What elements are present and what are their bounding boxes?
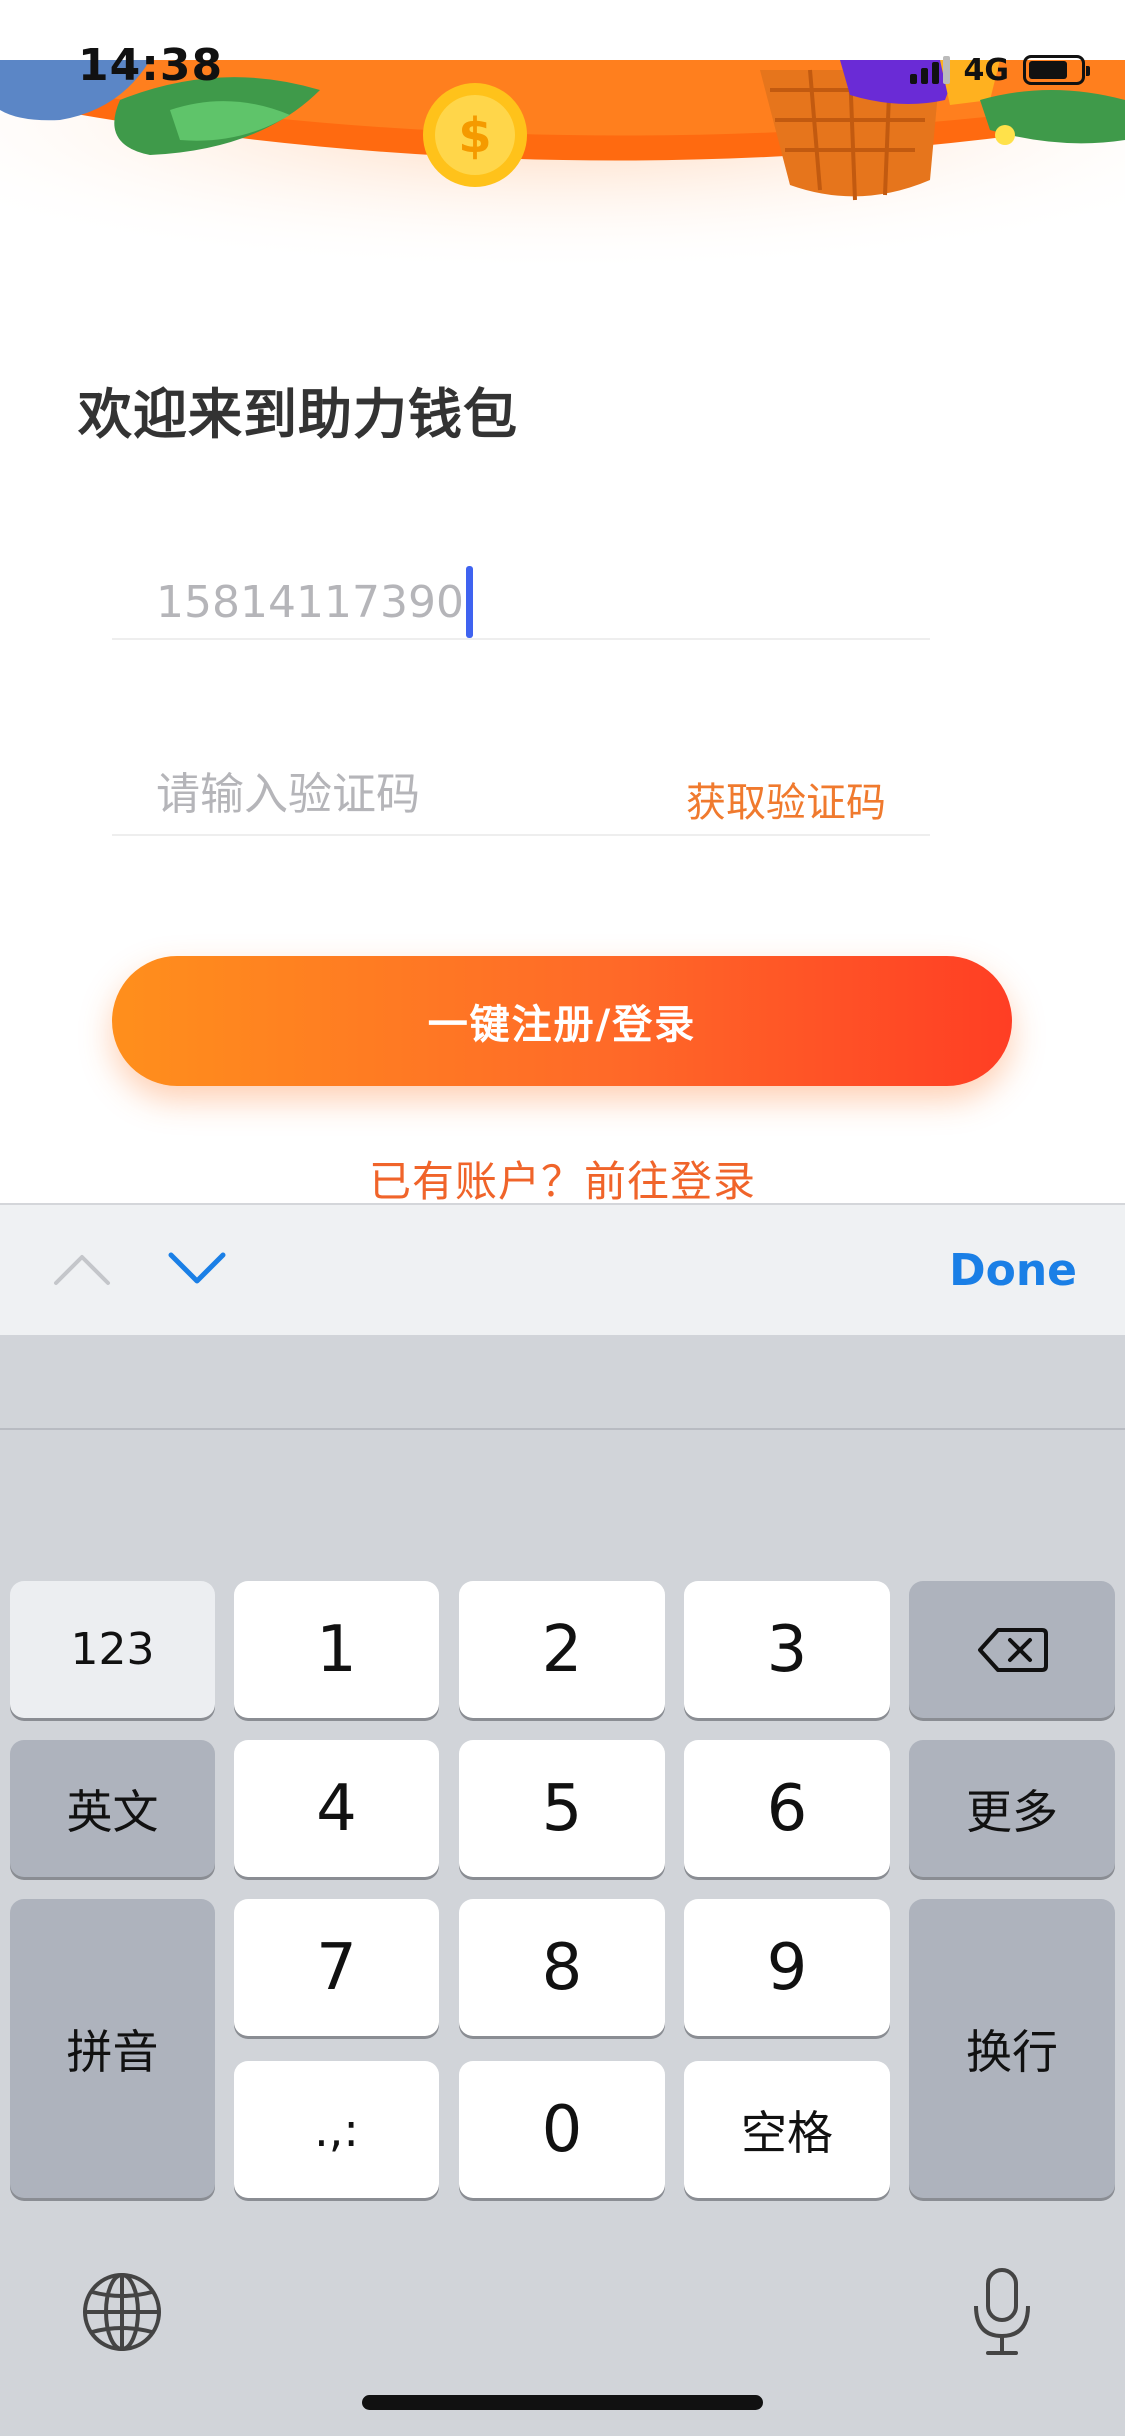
register-login-button[interactable]: 一键注册/登录 [112,956,1012,1086]
key-digit-5[interactable]: 5 [459,1740,665,1877]
verification-code-field: 获取验证码 [112,706,930,836]
key-english[interactable]: 英文 [10,1740,215,1877]
battery-icon [1023,55,1090,85]
banner-artwork: $ [0,60,1125,300]
network-label: 4G [963,52,1010,88]
key-digit-7[interactable]: 7 [234,1899,439,2036]
status-indicators: 4G [909,50,1090,90]
done-button[interactable]: Done [949,1245,1077,1296]
signal-icon [909,56,950,84]
phone-field[interactable]: 15814117390 [112,510,930,640]
candidate-bar [0,1335,1125,1430]
backspace-key[interactable] [909,1581,1115,1718]
key-return[interactable]: 换行 [909,1899,1115,2198]
key-space[interactable]: 空格 [684,2061,890,2198]
home-indicator [362,2395,763,2410]
text-caret [465,566,473,638]
go-to-login-link[interactable]: 已有账户？前往登录 [0,1148,1125,1209]
status-time: 14:38 [78,40,224,91]
globe-icon[interactable] [80,2270,164,2354]
get-code-button[interactable]: 获取验证码 [686,770,886,828]
key-pinyin[interactable]: 拼音 [10,1899,215,2198]
key-digit-1[interactable]: 1 [234,1581,439,1718]
microphone-icon[interactable] [970,2266,1034,2358]
backspace-icon [978,1627,1048,1672]
key-digit-0[interactable]: 0 [459,2061,665,2198]
key-digit-4[interactable]: 4 [234,1740,439,1877]
battery-level [1029,61,1067,79]
phone-value: 15814117390 [156,576,464,628]
keyboard [0,1335,1125,2436]
header-banner-illustration: $ [0,60,1125,300]
chevron-down-icon[interactable] [165,1243,229,1293]
keyboard-accessory-bar: Done [0,1203,1125,1335]
key-digit-9[interactable]: 9 [684,1899,890,2036]
page-title: 欢迎来到助力钱包 [78,383,518,446]
key-punctuation[interactable]: .,: [234,2061,439,2198]
key-digit-6[interactable]: 6 [684,1740,890,1877]
phone-input[interactable]: 15814117390 [156,566,473,638]
verification-code-input[interactable] [156,764,616,824]
key-more[interactable]: 更多 [909,1740,1115,1877]
chevron-up-icon[interactable] [50,1243,114,1293]
key-digit-8[interactable]: 8 [459,1899,665,2036]
svg-text:$: $ [458,108,491,164]
key-digit-2[interactable]: 2 [459,1581,665,1718]
key-123[interactable]: 123 [10,1581,215,1718]
key-digit-3[interactable]: 3 [684,1581,890,1718]
